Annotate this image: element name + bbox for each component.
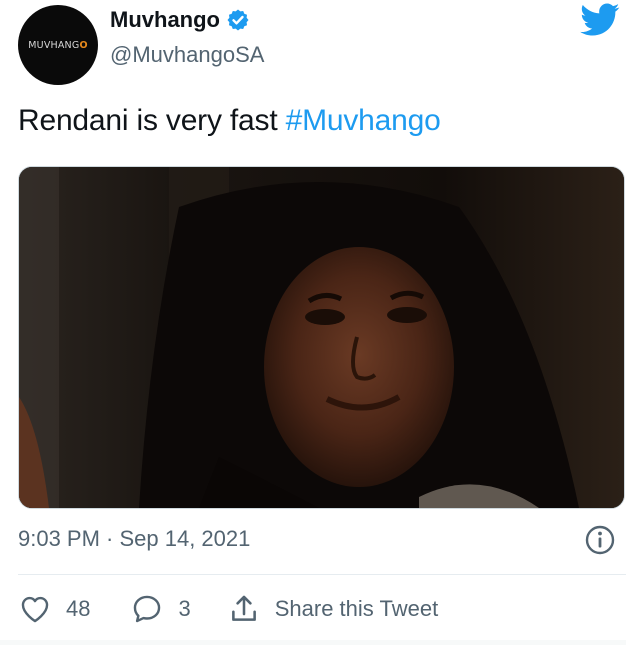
- divider: [18, 574, 626, 575]
- author-name-row: Muvhango: [110, 7, 250, 33]
- twitter-bird-icon[interactable]: [580, 3, 620, 37]
- tweet-media-image[interactable]: [18, 166, 625, 509]
- woman-portrait-photo: [19, 167, 624, 508]
- like-button[interactable]: 48: [18, 592, 90, 626]
- tweet-body: Rendani is very fast: [18, 104, 286, 137]
- like-count: 48: [66, 596, 91, 621]
- share-label: Share this Tweet: [274, 596, 439, 621]
- tweet-text: Rendani is very fast #Muvhango: [18, 104, 441, 138]
- hashtag-link[interactable]: #Muvhango: [286, 104, 441, 137]
- bottom-divider: [0, 640, 626, 645]
- reply-count: 3: [178, 596, 191, 621]
- info-icon[interactable]: [584, 524, 616, 556]
- share-icon: [231, 595, 256, 621]
- heart-icon: [21, 596, 49, 623]
- reply-bubble-icon: [134, 595, 161, 623]
- avatar-wordmark: MUVHANGO: [28, 39, 88, 51]
- verified-badge-icon: [227, 9, 249, 31]
- reply-button[interactable]: 3: [130, 592, 191, 626]
- share-button[interactable]: Share this Tweet: [227, 592, 438, 626]
- display-name[interactable]: Muvhango: [110, 7, 220, 33]
- tweet-actions-bar: 48 3 Share this Tweet: [18, 592, 438, 626]
- tweet-timestamp[interactable]: 9:03 PM · Sep 14, 2021: [18, 526, 250, 552]
- avatar[interactable]: MUVHANGO: [18, 5, 98, 85]
- handle[interactable]: @MuvhangoSA: [110, 42, 264, 68]
